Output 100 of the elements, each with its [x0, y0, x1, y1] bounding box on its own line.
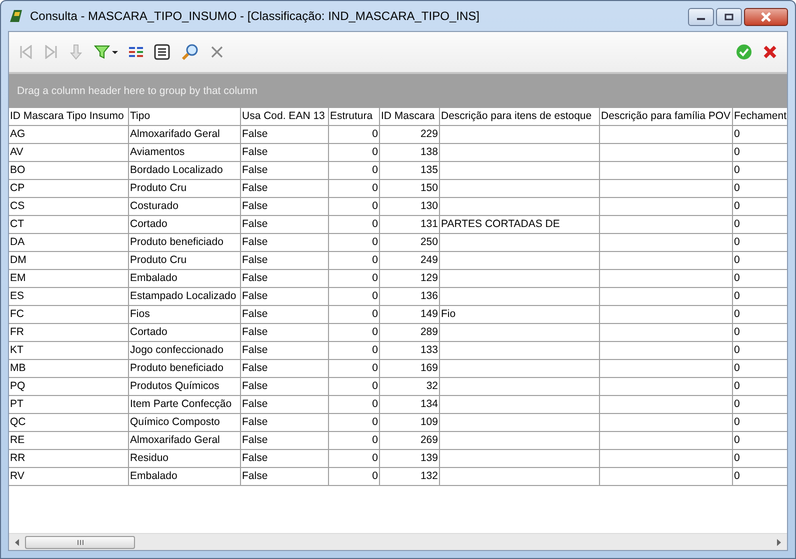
- table-cell: Produtos Químicos: [129, 378, 241, 396]
- table-cell: 249: [380, 252, 440, 270]
- scrollbar-thumb[interactable]: [25, 536, 135, 548]
- table-cell: 0: [733, 252, 787, 270]
- table-cell: False: [241, 360, 329, 378]
- table-cell: CT: [9, 216, 129, 234]
- table-cell: False: [241, 378, 329, 396]
- close-icon: [760, 12, 772, 22]
- table-cell: Produto Cru: [129, 252, 241, 270]
- table-cell: False: [241, 144, 329, 162]
- columns-icon[interactable]: [129, 46, 143, 58]
- table-cell: 0: [329, 288, 380, 306]
- table-cell: Costurado: [129, 198, 241, 216]
- column-header[interactable]: Usa Cod. EAN 13: [241, 108, 329, 126]
- maximize-button[interactable]: [716, 8, 742, 26]
- table-cell: 0: [329, 450, 380, 468]
- scroll-right-icon[interactable]: [777, 538, 781, 546]
- table-cell: 0: [329, 396, 380, 414]
- table-cell: 130: [380, 198, 440, 216]
- table-cell: False: [241, 198, 329, 216]
- table-cell: 0: [733, 216, 787, 234]
- table-cell: 131: [380, 216, 440, 234]
- table-cell: FC: [9, 306, 129, 324]
- table-cell: False: [241, 396, 329, 414]
- table-cell: 0: [329, 252, 380, 270]
- table-cell: 138: [380, 144, 440, 162]
- table-cell: False: [241, 252, 329, 270]
- table-cell: 0: [733, 342, 787, 360]
- column-header[interactable]: Descrição para família POV: [600, 108, 733, 126]
- table-cell: 132: [380, 468, 440, 486]
- table-cell: False: [241, 288, 329, 306]
- app-icon: [8, 8, 24, 24]
- column-header[interactable]: Tipo: [129, 108, 241, 126]
- table-cell: 0: [329, 468, 380, 486]
- table-cell: 129: [380, 270, 440, 288]
- table-cell: 0: [733, 450, 787, 468]
- table-cell: Fio: [440, 306, 600, 324]
- table-cell: 0: [329, 342, 380, 360]
- table-cell: False: [241, 162, 329, 180]
- table-cell: False: [241, 432, 329, 450]
- table-cell: 0: [329, 432, 380, 450]
- table-cell: Aviamentos: [129, 144, 241, 162]
- table-cell: 32: [380, 378, 440, 396]
- table-cell: 133: [380, 342, 440, 360]
- table-cell: 0: [733, 378, 787, 396]
- table-cell: 0: [733, 432, 787, 450]
- table-cell: CS: [9, 198, 129, 216]
- table-cell: Produto beneficiado: [129, 360, 241, 378]
- column-header[interactable]: ID Mascara Tipo Insumo: [9, 108, 129, 126]
- table-cell: 0: [329, 324, 380, 342]
- table-cell: 0: [329, 216, 380, 234]
- check-icon[interactable]: [736, 44, 752, 60]
- table-cell: 0: [733, 144, 787, 162]
- column-header[interactable]: Descrição para itens de estoque: [440, 108, 600, 126]
- table-cell: 0: [329, 360, 380, 378]
- search-icon[interactable]: [181, 43, 199, 61]
- table-cell: 229: [380, 126, 440, 144]
- table-cell: RE: [9, 432, 129, 450]
- table-cell: 0: [733, 288, 787, 306]
- table-cell: EM: [9, 270, 129, 288]
- table-cell: 0: [733, 396, 787, 414]
- table-cell: Fios: [129, 306, 241, 324]
- table-cell: Bordado Localizado: [129, 162, 241, 180]
- table-cell: 0: [733, 126, 787, 144]
- horizontal-scrollbar[interactable]: [9, 533, 787, 550]
- table-cell: Item Parte Confecção: [129, 396, 241, 414]
- column-header[interactable]: ID Mascara: [380, 108, 440, 126]
- close-icon[interactable]: [763, 45, 777, 59]
- table-cell: 0: [733, 162, 787, 180]
- table-cell: Cortado: [129, 324, 241, 342]
- table-cell: PARTES CORTADAS DE: [440, 216, 600, 234]
- table-cell: Embalado: [129, 468, 241, 486]
- filter-icon[interactable]: [94, 44, 118, 60]
- table-cell: 0: [733, 180, 787, 198]
- table-cell: PQ: [9, 378, 129, 396]
- table-cell: 0: [329, 180, 380, 198]
- table-cell: 109: [380, 414, 440, 432]
- list-icon[interactable]: [154, 44, 170, 60]
- table-cell: Almoxarifado Geral: [129, 126, 241, 144]
- table-cell: DM: [9, 252, 129, 270]
- table-cell: 0: [329, 378, 380, 396]
- table-cell: Residuo: [129, 450, 241, 468]
- column-header[interactable]: Fechament: [733, 108, 787, 126]
- table-cell: PT: [9, 396, 129, 414]
- table-cell: False: [241, 126, 329, 144]
- table-cell: 250: [380, 234, 440, 252]
- minimize-button[interactable]: [688, 8, 714, 26]
- table-cell: BO: [9, 162, 129, 180]
- scroll-left-icon[interactable]: [15, 538, 19, 546]
- table-cell: Estampado Localizado: [129, 288, 241, 306]
- table-cell: False: [241, 270, 329, 288]
- close-button[interactable]: [744, 8, 788, 26]
- table-cell: False: [241, 234, 329, 252]
- table-cell: Produto beneficiado: [129, 234, 241, 252]
- table-cell: 169: [380, 360, 440, 378]
- table-cell: 0: [329, 126, 380, 144]
- table-cell: 0: [733, 234, 787, 252]
- table-cell: 134: [380, 396, 440, 414]
- table-cell: Embalado: [129, 270, 241, 288]
- column-header[interactable]: Estrutura: [329, 108, 380, 126]
